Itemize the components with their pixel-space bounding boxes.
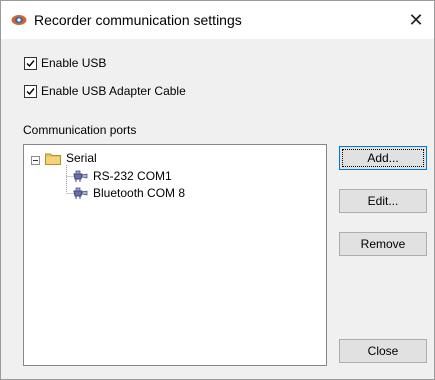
serial-port-icon	[72, 185, 88, 200]
enable-usb-label: Enable USB	[41, 56, 107, 70]
close-window-button[interactable]: ✕	[401, 7, 431, 33]
communication-ports-tree[interactable]: Serial RS-232 COM1 Bluetooth COM 8	[23, 144, 327, 366]
add-button-label: Add...	[367, 151, 399, 165]
dialog-window: Recorder communication settings ✕ Enable…	[0, 0, 435, 380]
remove-button[interactable]: Remove	[339, 232, 427, 256]
close-button[interactable]: Close	[339, 339, 427, 363]
tree-node-bluetooth-com8[interactable]: Bluetooth COM 8	[72, 185, 185, 200]
check-icon	[26, 59, 35, 67]
communication-ports-label: Communication ports	[23, 123, 137, 137]
close-button-label: Close	[367, 344, 399, 358]
enable-usb-checkbox[interactable]	[24, 56, 37, 70]
enable-usb-adapter-label: Enable USB Adapter Cable	[41, 84, 186, 98]
enable-usb-option[interactable]: Enable USB	[24, 55, 106, 71]
edit-button-label: Edit...	[367, 194, 399, 208]
enable-usb-adapter-option[interactable]: Enable USB Adapter Cable	[24, 83, 186, 99]
add-button[interactable]: Add...	[339, 146, 427, 170]
window-title: Recorder communication settings	[34, 12, 242, 28]
tree-node-serial[interactable]: Serial	[31, 151, 97, 165]
app-eye-icon	[11, 14, 27, 26]
edit-button[interactable]: Edit...	[339, 189, 427, 213]
check-icon	[26, 87, 35, 95]
title-bar[interactable]: Recorder communication settings ✕	[1, 1, 434, 39]
folder-icon	[45, 152, 61, 165]
tree-lines	[66, 165, 74, 194]
tree-node-label: RS-232 COM1	[93, 168, 172, 183]
remove-button-label: Remove	[360, 237, 406, 251]
tree-node-rs232-com1[interactable]: RS-232 COM1	[72, 168, 172, 183]
tree-node-label: Bluetooth COM 8	[93, 185, 186, 200]
tree-node-label: Serial	[66, 151, 97, 165]
enable-usb-adapter-checkbox[interactable]	[24, 84, 37, 98]
serial-port-icon	[72, 168, 88, 183]
collapse-minus-icon[interactable]	[31, 154, 40, 165]
